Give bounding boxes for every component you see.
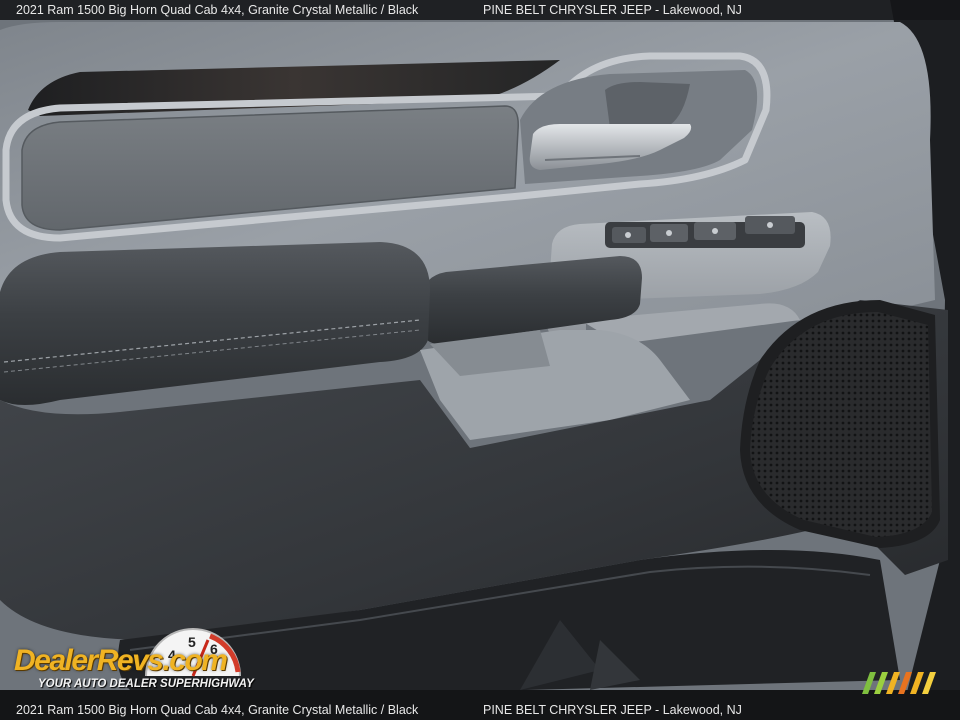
dealer-caption-bottom: PINE BELT CHRYSLER JEEP - Lakewood, NJ (483, 703, 742, 717)
vehicle-caption-bottom: 2021 Ram 1500 Big Horn Quad Cab 4x4, Gra… (16, 703, 419, 717)
watermark-tagline: YOUR AUTO DEALER SUPERHIGHWAY (38, 678, 254, 690)
watermark-logo: 4 5 6 DealerRevs.com YOUR AUTO DEALER SU… (12, 622, 272, 696)
dealer-caption: PINE BELT CHRYSLER JEEP - Lakewood, NJ (483, 3, 742, 17)
caption-bar-bottom: 2021 Ram 1500 Big Horn Quad Cab 4x4, Gra… (0, 700, 960, 720)
watermark-stripes-icon (862, 672, 936, 694)
caption-bar-top: 2021 Ram 1500 Big Horn Quad Cab 4x4, Gra… (0, 0, 960, 20)
door-panel-photo (0, 0, 960, 720)
watermark-brand: DealerRevs.com (14, 644, 228, 677)
vehicle-caption: 2021 Ram 1500 Big Horn Quad Cab 4x4, Gra… (16, 3, 419, 17)
photo-frame: 2021 Ram 1500 Big Horn Quad Cab 4x4, Gra… (0, 0, 960, 720)
